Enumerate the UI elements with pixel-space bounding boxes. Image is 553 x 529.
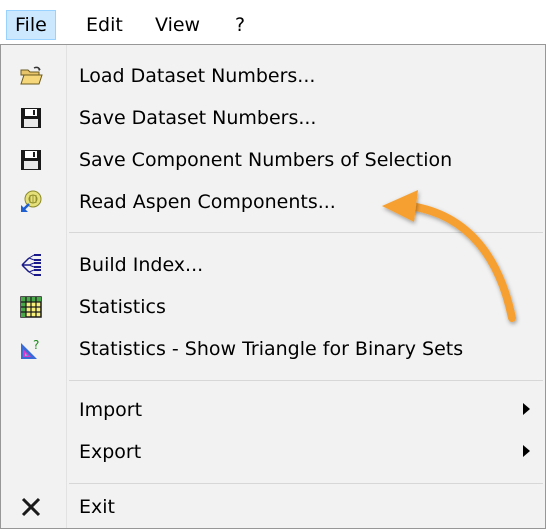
menu-separator: [69, 380, 543, 381]
close-x-icon: [21, 497, 41, 517]
menu-item-label: Export: [79, 441, 142, 463]
menu-item-save-component-numbers[interactable]: Save Component Numbers of Selection: [1, 139, 545, 181]
menu-item-exit[interactable]: Exit: [1, 486, 545, 528]
menu-item-label: Read Aspen Components...: [79, 191, 336, 213]
menu-item-label: Save Dataset Numbers...: [79, 107, 317, 129]
menu-item-build-index[interactable]: Build Index...: [1, 244, 545, 286]
floppy-disk-icon: [21, 108, 41, 128]
floppy-disk-icon: [21, 150, 41, 170]
menu-item-save-dataset[interactable]: Save Dataset Numbers...: [1, 97, 545, 139]
menu-help-label: ?: [235, 14, 246, 36]
submenu-arrow-icon: [523, 403, 530, 415]
menu-help[interactable]: ?: [235, 10, 245, 40]
menu-separator: [69, 483, 543, 484]
menu-item-statistics[interactable]: Statistics: [1, 286, 545, 328]
menu-view[interactable]: View: [155, 10, 200, 40]
menu-edit-label: Edit: [86, 14, 123, 36]
menu-item-export[interactable]: Export: [1, 431, 545, 473]
menu-item-label: Exit: [79, 496, 115, 518]
menu-file-label: File: [15, 14, 47, 36]
menu-item-statistics-triangle[interactable]: ? Statistics - Show Triangle for Binary …: [1, 328, 545, 370]
menu-edit[interactable]: Edit: [86, 10, 123, 40]
menu-file[interactable]: File: [6, 10, 56, 40]
tree-index-icon: [21, 254, 41, 276]
aspen-import-icon: [21, 190, 42, 212]
grid-table-icon: [20, 296, 42, 318]
menu-item-label: Save Component Numbers of Selection: [79, 149, 453, 171]
menu-item-label: Statistics: [79, 296, 166, 318]
menu-item-label: Build Index...: [79, 254, 204, 276]
file-dropdown-menu: Load Dataset Numbers... Save Dataset Num…: [0, 44, 546, 529]
submenu-arrow-icon: [523, 445, 530, 457]
svg-text:?: ?: [33, 338, 39, 352]
menu-bar: File Edit View ?: [0, 0, 553, 44]
menu-item-label: Statistics - Show Triangle for Binary Se…: [79, 338, 464, 360]
menu-item-label: Load Dataset Numbers...: [79, 65, 316, 87]
triangle-question-icon: ?: [21, 338, 39, 359]
folder-open-icon: [20, 66, 43, 85]
menu-item-read-aspen-components[interactable]: Read Aspen Components...: [1, 181, 545, 223]
menu-item-label: Import: [79, 399, 143, 421]
menu-separator: [69, 232, 543, 233]
menu-item-import[interactable]: Import: [1, 389, 545, 431]
menu-item-load-dataset[interactable]: Load Dataset Numbers...: [1, 55, 545, 97]
menu-view-label: View: [155, 14, 201, 36]
